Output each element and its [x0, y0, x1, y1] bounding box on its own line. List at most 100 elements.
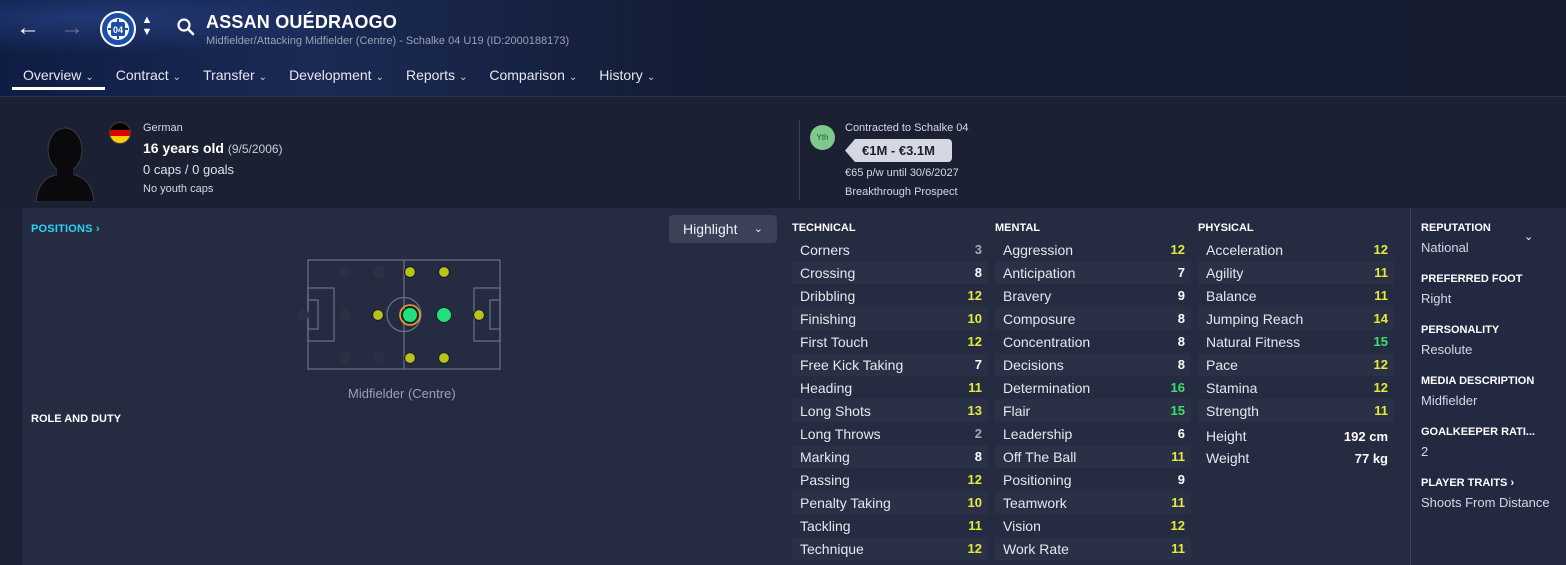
- pitch-left-box: [307, 287, 335, 342]
- attribute-row[interactable]: Natural Fitness 15: [1198, 330, 1394, 353]
- chevron-down-icon: ⌄: [172, 72, 182, 83]
- attribute-label: Concentration: [1003, 333, 1091, 350]
- attribute-row[interactable]: Agility 11: [1198, 261, 1394, 284]
- attribute-value: 12: [967, 541, 982, 556]
- attribute-value: 11: [968, 380, 982, 395]
- attribute-label: Aggression: [1003, 241, 1074, 258]
- attribute-label: Balance: [1206, 287, 1257, 304]
- personality-value: Resolute: [1421, 342, 1473, 357]
- date-of-birth: (9/5/2006): [227, 142, 283, 156]
- attribute-row[interactable]: Positioning 9: [995, 468, 1191, 491]
- attribute-row[interactable]: Stamina 12: [1198, 376, 1394, 399]
- tab-history[interactable]: History ⌄: [588, 62, 666, 92]
- attribute-row[interactable]: Penalty Taking 10: [792, 491, 988, 514]
- attribute-row[interactable]: Flair 15: [995, 399, 1191, 422]
- position-dot: [339, 266, 351, 278]
- attribute-label: Long Shots: [800, 402, 871, 419]
- highlight-dropdown[interactable]: Highlight ⌄: [669, 215, 777, 243]
- tab-reports[interactable]: Reports ⌄: [395, 62, 478, 92]
- attribute-value: 11: [1171, 495, 1185, 510]
- position-dot: [298, 309, 309, 321]
- physical-heading: PHYSICAL: [1198, 222, 1254, 234]
- attribute-label: Decisions: [1003, 356, 1064, 373]
- attribute-row[interactable]: Aggression 12: [995, 238, 1191, 261]
- attribute-row[interactable]: Long Shots 13: [792, 399, 988, 422]
- attribute-row[interactable]: Long Throws 2: [792, 422, 988, 445]
- attribute-row[interactable]: Corners 3: [792, 238, 988, 261]
- attribute-row[interactable]: Determination 16: [995, 376, 1191, 399]
- attribute-row[interactable]: Passing 12: [792, 468, 988, 491]
- attribute-row[interactable]: Strength 11: [1198, 399, 1394, 422]
- nationality: German: [143, 122, 183, 134]
- attribute-value: 15: [1373, 334, 1388, 349]
- tab-comparison[interactable]: Comparison ⌄: [478, 62, 588, 92]
- reputation-block[interactable]: REPUTATION National: [1421, 222, 1491, 255]
- attribute-row[interactable]: Balance 11: [1198, 284, 1394, 307]
- search-icon[interactable]: [176, 17, 196, 37]
- attribute-value: 11: [1374, 288, 1388, 303]
- attribute-row[interactable]: Teamwork 11: [995, 491, 1191, 514]
- physical-attributes: PHYSICAL Acceleration 12 Agility 11 Balance 1…: [1198, 220, 1394, 469]
- tab-contract[interactable]: Contract ⌄: [105, 62, 192, 92]
- attribute-row[interactable]: Vision 12: [995, 514, 1191, 537]
- forward-arrow-icon[interactable]: →: [58, 14, 86, 42]
- club-badge-graphic: 04: [103, 14, 133, 44]
- attribute-row[interactable]: First Touch 12: [792, 330, 988, 353]
- position-dot-natural: [436, 307, 452, 323]
- attribute-row[interactable]: Bravery 9: [995, 284, 1191, 307]
- wage-info: €65 p/w until 30/6/2027: [845, 167, 959, 179]
- back-arrow-icon[interactable]: ←: [14, 14, 42, 42]
- position-dot: [339, 309, 351, 321]
- transfer-value-tag[interactable]: €1M - €3.1M: [845, 139, 952, 162]
- tab-overview[interactable]: Overview ⌄: [12, 62, 105, 92]
- attribute-row[interactable]: Off The Ball 11: [995, 445, 1191, 468]
- tab-transfer[interactable]: Transfer ⌄: [192, 62, 278, 92]
- club-badge-icon[interactable]: 04: [100, 11, 136, 47]
- attribute-value: 11: [1171, 541, 1185, 556]
- position-caption: Midfielder (Centre): [348, 386, 456, 401]
- attribute-value: 6: [1177, 426, 1185, 441]
- attribute-row[interactable]: Free Kick Taking 7: [792, 353, 988, 376]
- attribute-row[interactable]: Technique 12: [792, 537, 988, 560]
- attribute-row[interactable]: Marking 8: [792, 445, 988, 468]
- attribute-row[interactable]: Heading 11: [792, 376, 988, 399]
- attribute-row[interactable]: Composure 8: [995, 307, 1191, 330]
- attribute-row[interactable]: Crossing 8: [792, 261, 988, 284]
- highlight-label: Highlight: [683, 221, 738, 237]
- attribute-row[interactable]: Tackling 11: [792, 514, 988, 537]
- attribute-row[interactable]: Concentration 8: [995, 330, 1191, 353]
- chevron-down-icon[interactable]: ⌄: [1524, 230, 1533, 243]
- age-value: 16 years old: [143, 140, 224, 156]
- attribute-label: Teamwork: [1003, 494, 1067, 511]
- youth-contract-badge: Yth: [810, 125, 835, 150]
- positions-link[interactable]: POSITIONS ›: [31, 223, 100, 235]
- age: 16 years old (9/5/2006): [143, 140, 283, 156]
- attribute-row[interactable]: Jumping Reach 14: [1198, 307, 1394, 330]
- media-description-label: MEDIA DESCRIPTION: [1421, 375, 1535, 387]
- tab-label: History: [599, 67, 643, 83]
- attribute-value: 8: [1177, 357, 1185, 372]
- player-traits-block[interactable]: PLAYER TRAITS › Shoots From Distance: [1421, 477, 1550, 510]
- attribute-value: 11: [968, 518, 982, 533]
- attribute-row[interactable]: Leadership 6: [995, 422, 1191, 445]
- attribute-label: Tackling: [800, 517, 851, 534]
- attribute-row[interactable]: Pace 12: [1198, 353, 1394, 376]
- tab-development[interactable]: Development ⌄: [278, 62, 395, 92]
- attribute-label: Dribbling: [800, 287, 856, 304]
- attribute-row[interactable]: Work Rate 11: [995, 537, 1191, 560]
- flag-stripe: [110, 123, 130, 130]
- attribute-row[interactable]: Decisions 8: [995, 353, 1191, 376]
- attribute-row[interactable]: Dribbling 12: [792, 284, 988, 307]
- attribute-row[interactable]: Acceleration 12: [1198, 238, 1394, 261]
- tab-label: Transfer: [203, 67, 255, 83]
- position-dot-secondary: [403, 351, 417, 365]
- tab-label: Comparison: [489, 67, 565, 83]
- tab-bar: Overview ⌄ Contract ⌄ Transfer ⌄ Developmen…: [12, 62, 666, 92]
- chevron-down-icon: ⌄: [646, 72, 656, 83]
- attribute-row[interactable]: Anticipation 7: [995, 261, 1191, 284]
- chevron-down-icon: ⌄: [568, 72, 578, 83]
- german-flag-icon: [109, 122, 131, 144]
- club-switch-icon[interactable]: ▲ ▼: [141, 14, 153, 42]
- attribute-row[interactable]: Finishing 10: [792, 307, 988, 330]
- attribute-label: Agility: [1206, 264, 1244, 281]
